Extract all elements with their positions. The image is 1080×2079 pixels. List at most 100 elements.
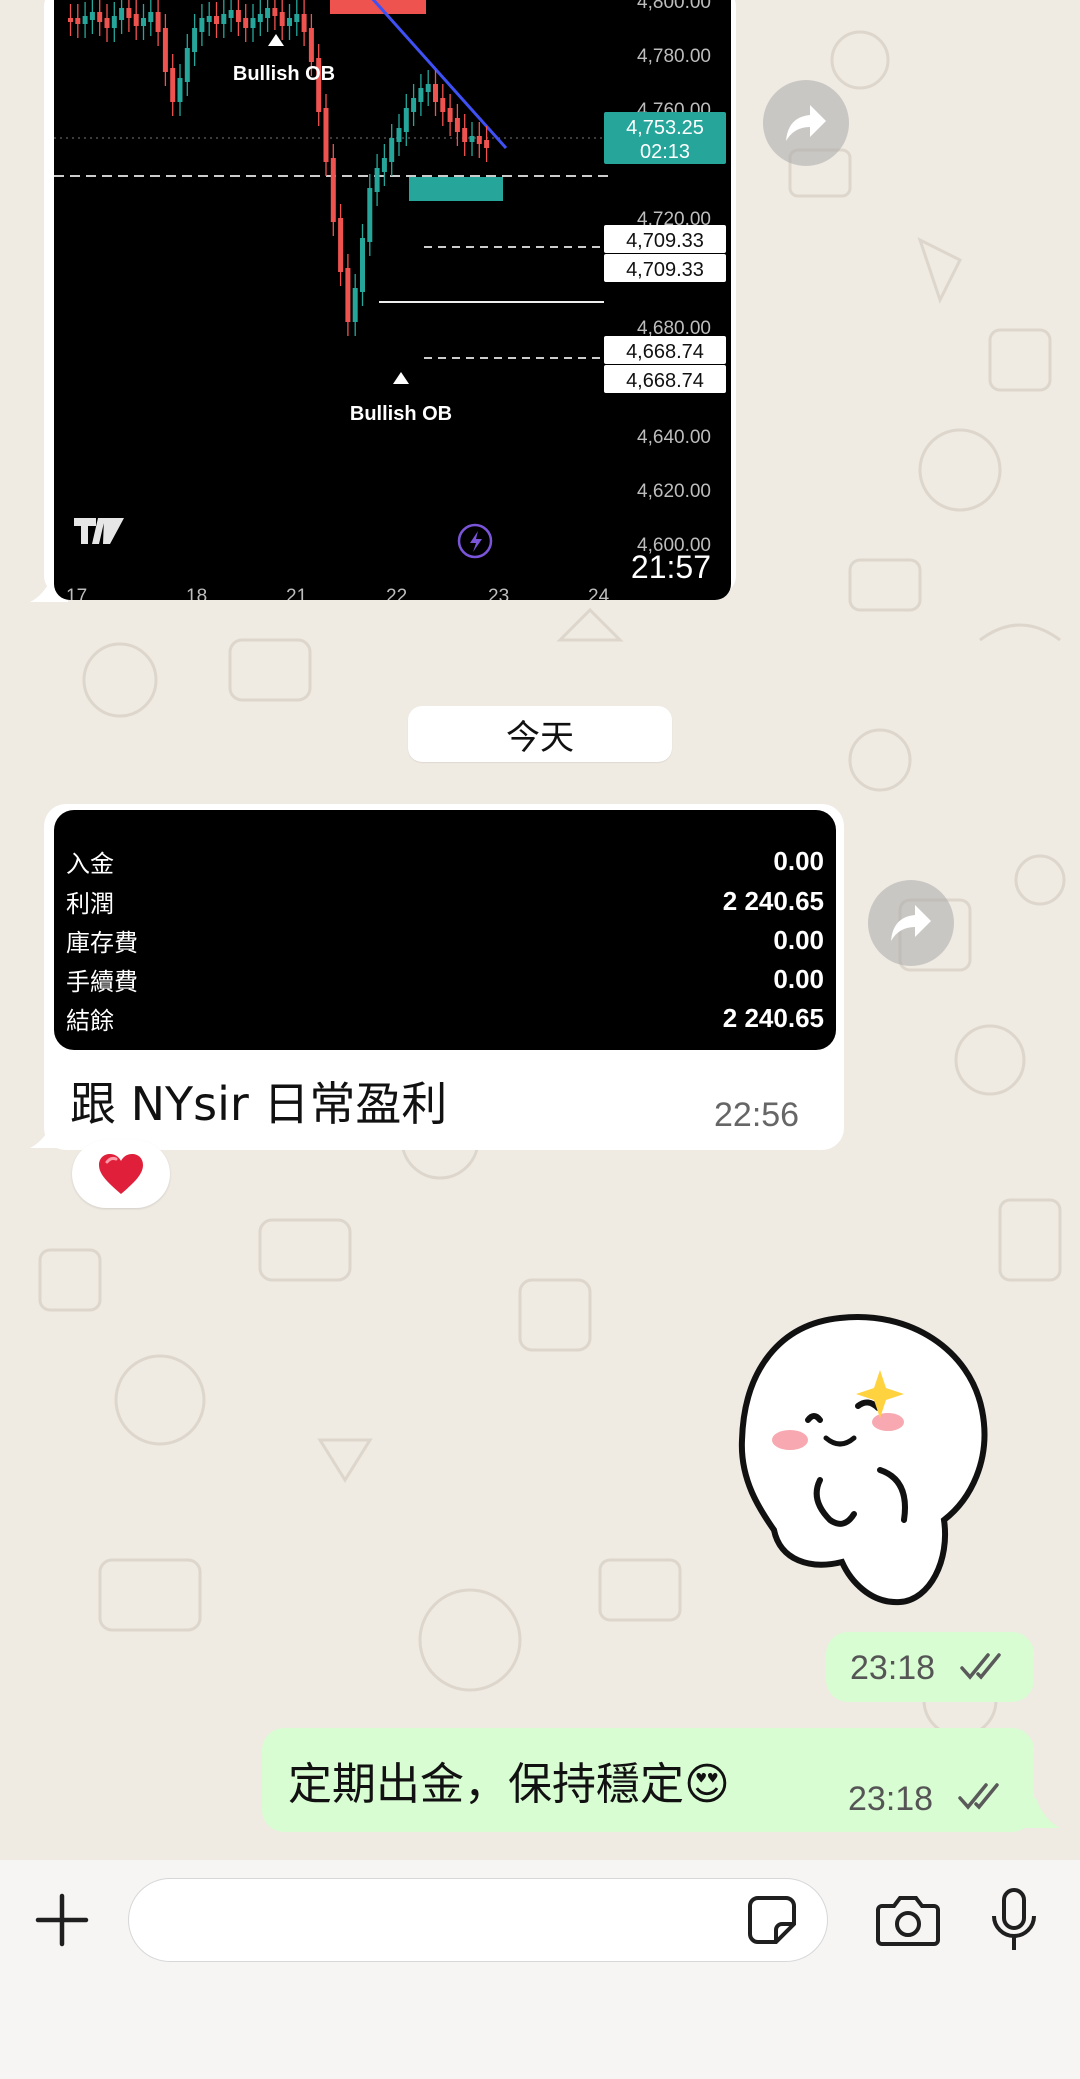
statement-row-commission: 手續費 0.00 — [66, 960, 824, 998]
statement-row-deposit: 入金 0.00 — [66, 842, 824, 880]
image-sent-time: 21:57 — [630, 549, 711, 585]
reaction-badge[interactable] — [72, 1140, 170, 1208]
candle-body — [447, 108, 453, 122]
candle-body — [462, 128, 468, 142]
candle-body — [484, 140, 490, 148]
level-price-label: 4,709.33 — [626, 230, 704, 252]
candle-body — [68, 18, 73, 22]
candle-body — [425, 84, 431, 92]
countdown-label: 02:13 — [640, 141, 690, 163]
candle-body — [308, 28, 314, 62]
forward-icon — [786, 105, 826, 141]
bullish-zone — [409, 177, 503, 201]
camera-button[interactable] — [874, 1888, 942, 1952]
message-time: 23:18 — [850, 1649, 936, 1687]
sticker-icon — [748, 1896, 796, 1944]
statement-label: 手續費 — [66, 967, 138, 996]
candle-body — [411, 98, 417, 112]
attach-button[interactable] — [30, 1888, 94, 1952]
candle-body — [82, 16, 88, 24]
candle-body — [469, 136, 475, 142]
date-axis-label: 22 — [386, 586, 407, 600]
heart-icon — [99, 1154, 143, 1194]
lightning-icon-bolt — [470, 531, 482, 552]
forward-button[interactable] — [868, 880, 954, 966]
candle-body — [177, 78, 183, 102]
statement-row-swap: 庫存費 0.00 — [66, 921, 824, 959]
candle-body — [440, 98, 446, 112]
candle-body — [345, 268, 351, 322]
candle-body — [250, 18, 256, 28]
date-axis-label: 23 — [488, 586, 509, 600]
message-input-field[interactable] — [128, 1878, 828, 1962]
candle-body — [418, 88, 424, 102]
level-price-label: 4,668.74 — [626, 341, 704, 363]
forward-button[interactable] — [763, 80, 849, 166]
date-axis-label: 17 — [66, 586, 87, 600]
candle-body — [221, 14, 227, 24]
price-axis-label: 4,800.00 — [637, 0, 711, 13]
candle-body — [454, 118, 460, 132]
candle-body — [214, 16, 219, 24]
candle-body — [75, 18, 81, 24]
message-time: 23:18 — [848, 1780, 934, 1818]
voice-button[interactable] — [984, 1884, 1044, 1956]
candle-body — [265, 8, 271, 18]
candle-body — [352, 288, 358, 322]
statement-value: 0.00 — [773, 845, 824, 876]
candle-body — [228, 10, 234, 18]
annotation-label: Bullish OB — [350, 403, 452, 425]
trend-line — [371, 0, 508, 150]
price-axis-label: 4,780.00 — [637, 46, 711, 67]
candlestick-chart: 4,800.004,780.004,760.004,720.004,680.00… — [54, 0, 726, 600]
candle-body — [396, 128, 402, 142]
message-text: 定期出金，保持穩定😍 — [288, 1759, 730, 1810]
candle-body — [294, 14, 300, 22]
ob-marker — [393, 372, 409, 384]
date-axis-label: 24 — [588, 586, 610, 600]
annotation-label: Bullish OB — [233, 63, 335, 85]
date-axis-label: 18 — [186, 586, 207, 600]
candle-body — [148, 12, 154, 22]
statement-value: 2 240.65 — [722, 885, 824, 916]
message-caption: 跟 NYsir 日常盈利 — [70, 1077, 448, 1131]
statement-label: 入金 — [66, 849, 114, 878]
candle-body — [89, 12, 95, 20]
candle-body — [133, 14, 139, 26]
candle-body — [272, 8, 278, 16]
price-axis-label: 4,680.00 — [637, 318, 711, 339]
account-statement-image[interactable]: 入金 0.00 利潤 2 240.65 庫存費 0.00 手續費 0.00 結餘… — [54, 810, 836, 1050]
smiling-blob-sticker[interactable] — [730, 1310, 1000, 1610]
bubble-tail — [1022, 1798, 1060, 1828]
candle-body — [338, 218, 344, 272]
bubble-tail — [30, 1118, 68, 1148]
candle-body — [199, 18, 205, 32]
price-chart-image[interactable]: 4,800.00 4,780.00 4,760.00 4,720.00 4,680.00… — [54, 0, 731, 600]
candle-body — [162, 28, 168, 72]
statement-label: 結餘 — [66, 1006, 114, 1035]
candle-body — [330, 158, 336, 222]
candle-body — [389, 138, 395, 162]
candle-body — [111, 16, 117, 28]
tradingview-logo — [74, 518, 124, 544]
candle-body — [381, 158, 387, 172]
candle-body — [301, 14, 307, 32]
candle-body — [279, 12, 285, 26]
candle-body — [206, 16, 212, 22]
candle-body — [184, 48, 190, 82]
sticker-button[interactable] — [744, 1892, 800, 1948]
candle-body — [97, 12, 103, 22]
camera-icon — [876, 1896, 940, 1946]
candle-body — [235, 10, 241, 22]
statement-row-balance: 結餘 2 240.65 — [66, 999, 824, 1037]
candle-body — [192, 28, 198, 52]
double-check-icon — [960, 1653, 1001, 1680]
date-axis-label: 21 — [286, 586, 307, 600]
forward-icon — [891, 905, 931, 941]
message-input[interactable] — [155, 1893, 719, 1949]
statement-value: 2 240.65 — [722, 1002, 824, 1033]
candle-body — [433, 84, 438, 102]
candle-body — [243, 18, 249, 28]
candle-body — [126, 8, 132, 18]
level-price-label: 4,709.33 — [626, 259, 704, 281]
